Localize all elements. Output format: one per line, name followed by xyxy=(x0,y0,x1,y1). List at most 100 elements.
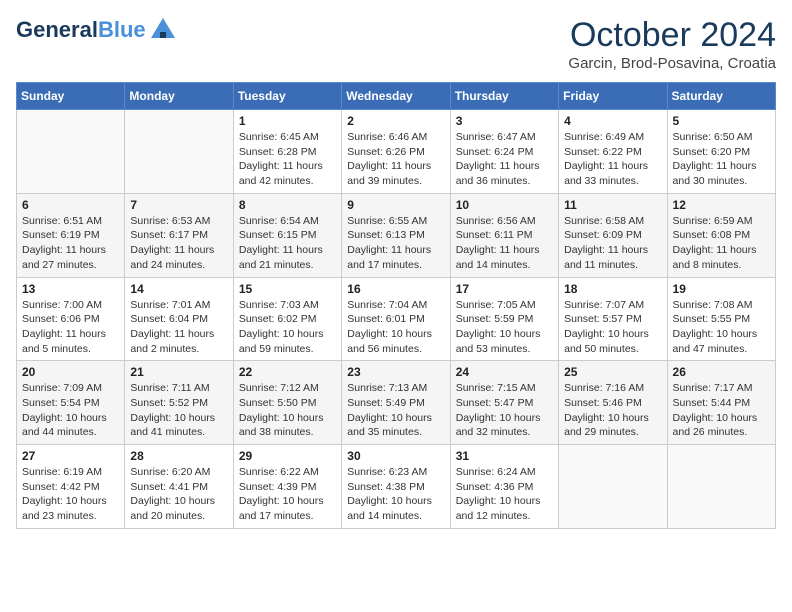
day-info: Sunrise: 6:56 AMSunset: 6:11 PMDaylight:… xyxy=(456,215,540,271)
day-number: 4 xyxy=(564,114,661,128)
calendar-day-cell xyxy=(559,445,667,529)
title-block: October 2024 Garcin, Brod-Posavina, Croa… xyxy=(568,16,776,72)
calendar-week-row: 6 Sunrise: 6:51 AMSunset: 6:19 PMDayligh… xyxy=(17,193,776,277)
day-info: Sunrise: 6:53 AMSunset: 6:17 PMDaylight:… xyxy=(130,215,214,271)
day-info: Sunrise: 6:22 AMSunset: 4:39 PMDaylight:… xyxy=(239,466,324,522)
calendar-day-cell: 13 Sunrise: 7:00 AMSunset: 6:06 PMDaylig… xyxy=(17,277,125,361)
logo-icon xyxy=(149,16,177,44)
day-number: 24 xyxy=(456,365,553,379)
day-number: 13 xyxy=(22,282,119,296)
weekday-header: Saturday xyxy=(667,83,775,110)
day-info: Sunrise: 6:23 AMSunset: 4:38 PMDaylight:… xyxy=(347,466,432,522)
day-info: Sunrise: 7:04 AMSunset: 6:01 PMDaylight:… xyxy=(347,299,432,355)
calendar-day-cell: 26 Sunrise: 7:17 AMSunset: 5:44 PMDaylig… xyxy=(667,361,775,445)
logo-blue: Blue xyxy=(98,17,146,42)
day-number: 1 xyxy=(239,114,336,128)
day-number: 2 xyxy=(347,114,444,128)
calendar-day-cell: 20 Sunrise: 7:09 AMSunset: 5:54 PMDaylig… xyxy=(17,361,125,445)
logo-text: GeneralBlue xyxy=(16,18,146,42)
calendar-day-cell: 19 Sunrise: 7:08 AMSunset: 5:55 PMDaylig… xyxy=(667,277,775,361)
day-info: Sunrise: 7:03 AMSunset: 6:02 PMDaylight:… xyxy=(239,299,324,355)
day-info: Sunrise: 7:00 AMSunset: 6:06 PMDaylight:… xyxy=(22,299,106,355)
calendar-day-cell xyxy=(17,110,125,194)
day-info: Sunrise: 6:46 AMSunset: 6:26 PMDaylight:… xyxy=(347,131,431,187)
day-info: Sunrise: 7:15 AMSunset: 5:47 PMDaylight:… xyxy=(456,382,541,438)
calendar-day-cell: 16 Sunrise: 7:04 AMSunset: 6:01 PMDaylig… xyxy=(342,277,450,361)
calendar-day-cell: 21 Sunrise: 7:11 AMSunset: 5:52 PMDaylig… xyxy=(125,361,233,445)
calendar-week-row: 13 Sunrise: 7:00 AMSunset: 6:06 PMDaylig… xyxy=(17,277,776,361)
calendar-day-cell: 25 Sunrise: 7:16 AMSunset: 5:46 PMDaylig… xyxy=(559,361,667,445)
day-number: 22 xyxy=(239,365,336,379)
weekday-header: Thursday xyxy=(450,83,558,110)
day-info: Sunrise: 6:47 AMSunset: 6:24 PMDaylight:… xyxy=(456,131,540,187)
calendar-day-cell: 12 Sunrise: 6:59 AMSunset: 6:08 PMDaylig… xyxy=(667,193,775,277)
day-number: 23 xyxy=(347,365,444,379)
day-info: Sunrise: 6:54 AMSunset: 6:15 PMDaylight:… xyxy=(239,215,323,271)
weekday-header: Sunday xyxy=(17,83,125,110)
calendar-day-cell: 8 Sunrise: 6:54 AMSunset: 6:15 PMDayligh… xyxy=(233,193,341,277)
day-info: Sunrise: 7:12 AMSunset: 5:50 PMDaylight:… xyxy=(239,382,324,438)
calendar-day-cell: 30 Sunrise: 6:23 AMSunset: 4:38 PMDaylig… xyxy=(342,445,450,529)
day-number: 12 xyxy=(673,198,770,212)
calendar-day-cell: 29 Sunrise: 6:22 AMSunset: 4:39 PMDaylig… xyxy=(233,445,341,529)
calendar-day-cell: 6 Sunrise: 6:51 AMSunset: 6:19 PMDayligh… xyxy=(17,193,125,277)
day-number: 6 xyxy=(22,198,119,212)
month-title: October 2024 xyxy=(568,16,776,55)
day-info: Sunrise: 6:59 AMSunset: 6:08 PMDaylight:… xyxy=(673,215,757,271)
day-number: 11 xyxy=(564,198,661,212)
day-info: Sunrise: 6:20 AMSunset: 4:41 PMDaylight:… xyxy=(130,466,215,522)
day-info: Sunrise: 6:45 AMSunset: 6:28 PMDaylight:… xyxy=(239,131,323,187)
day-number: 19 xyxy=(673,282,770,296)
day-number: 20 xyxy=(22,365,119,379)
day-info: Sunrise: 6:49 AMSunset: 6:22 PMDaylight:… xyxy=(564,131,648,187)
day-info: Sunrise: 6:24 AMSunset: 4:36 PMDaylight:… xyxy=(456,466,541,522)
calendar-day-cell: 17 Sunrise: 7:05 AMSunset: 5:59 PMDaylig… xyxy=(450,277,558,361)
day-number: 9 xyxy=(347,198,444,212)
calendar-day-cell: 23 Sunrise: 7:13 AMSunset: 5:49 PMDaylig… xyxy=(342,361,450,445)
day-info: Sunrise: 7:16 AMSunset: 5:46 PMDaylight:… xyxy=(564,382,649,438)
calendar-day-cell: 2 Sunrise: 6:46 AMSunset: 6:26 PMDayligh… xyxy=(342,110,450,194)
day-number: 5 xyxy=(673,114,770,128)
day-info: Sunrise: 7:17 AMSunset: 5:44 PMDaylight:… xyxy=(673,382,758,438)
day-number: 18 xyxy=(564,282,661,296)
day-info: Sunrise: 7:09 AMSunset: 5:54 PMDaylight:… xyxy=(22,382,107,438)
weekday-header: Friday xyxy=(559,83,667,110)
day-number: 16 xyxy=(347,282,444,296)
day-number: 29 xyxy=(239,449,336,463)
logo-general: General xyxy=(16,17,98,42)
day-info: Sunrise: 7:07 AMSunset: 5:57 PMDaylight:… xyxy=(564,299,649,355)
day-number: 28 xyxy=(130,449,227,463)
day-number: 15 xyxy=(239,282,336,296)
calendar-week-row: 27 Sunrise: 6:19 AMSunset: 4:42 PMDaylig… xyxy=(17,445,776,529)
calendar-day-cell: 15 Sunrise: 7:03 AMSunset: 6:02 PMDaylig… xyxy=(233,277,341,361)
day-info: Sunrise: 7:13 AMSunset: 5:49 PMDaylight:… xyxy=(347,382,432,438)
day-info: Sunrise: 6:55 AMSunset: 6:13 PMDaylight:… xyxy=(347,215,431,271)
calendar-day-cell: 14 Sunrise: 7:01 AMSunset: 6:04 PMDaylig… xyxy=(125,277,233,361)
day-info: Sunrise: 7:01 AMSunset: 6:04 PMDaylight:… xyxy=(130,299,214,355)
day-number: 10 xyxy=(456,198,553,212)
calendar-day-cell: 11 Sunrise: 6:58 AMSunset: 6:09 PMDaylig… xyxy=(559,193,667,277)
day-number: 30 xyxy=(347,449,444,463)
weekday-header-row: SundayMondayTuesdayWednesdayThursdayFrid… xyxy=(17,83,776,110)
weekday-header: Wednesday xyxy=(342,83,450,110)
calendar-day-cell xyxy=(667,445,775,529)
day-number: 17 xyxy=(456,282,553,296)
calendar-day-cell: 7 Sunrise: 6:53 AMSunset: 6:17 PMDayligh… xyxy=(125,193,233,277)
day-info: Sunrise: 6:51 AMSunset: 6:19 PMDaylight:… xyxy=(22,215,106,271)
day-number: 21 xyxy=(130,365,227,379)
calendar-day-cell: 28 Sunrise: 6:20 AMSunset: 4:41 PMDaylig… xyxy=(125,445,233,529)
day-number: 7 xyxy=(130,198,227,212)
day-number: 8 xyxy=(239,198,336,212)
calendar-day-cell: 5 Sunrise: 6:50 AMSunset: 6:20 PMDayligh… xyxy=(667,110,775,194)
calendar-week-row: 1 Sunrise: 6:45 AMSunset: 6:28 PMDayligh… xyxy=(17,110,776,194)
calendar-day-cell: 22 Sunrise: 7:12 AMSunset: 5:50 PMDaylig… xyxy=(233,361,341,445)
location-title: Garcin, Brod-Posavina, Croatia xyxy=(568,55,776,72)
logo: GeneralBlue xyxy=(16,16,177,44)
day-info: Sunrise: 6:19 AMSunset: 4:42 PMDaylight:… xyxy=(22,466,107,522)
day-info: Sunrise: 6:58 AMSunset: 6:09 PMDaylight:… xyxy=(564,215,648,271)
calendar-day-cell: 27 Sunrise: 6:19 AMSunset: 4:42 PMDaylig… xyxy=(17,445,125,529)
weekday-header: Monday xyxy=(125,83,233,110)
calendar-day-cell: 18 Sunrise: 7:07 AMSunset: 5:57 PMDaylig… xyxy=(559,277,667,361)
day-info: Sunrise: 7:05 AMSunset: 5:59 PMDaylight:… xyxy=(456,299,541,355)
calendar-day-cell: 10 Sunrise: 6:56 AMSunset: 6:11 PMDaylig… xyxy=(450,193,558,277)
